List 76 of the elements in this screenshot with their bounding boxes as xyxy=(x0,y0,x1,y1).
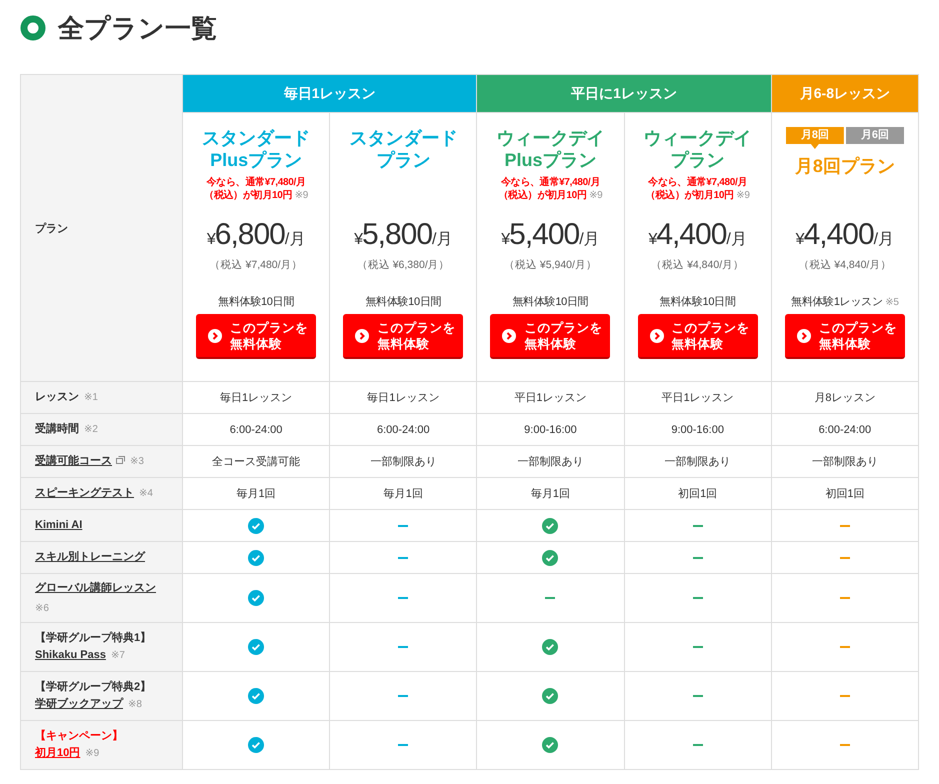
row-label: レッスン xyxy=(35,391,79,403)
promo-text: 今なら、通常¥7,480/月 （税込）が初月10円 ※9 xyxy=(498,176,602,202)
table-cell: 毎月1回 xyxy=(182,478,330,510)
table-cell: 毎日1レッスン xyxy=(182,382,330,414)
row-header: プラン xyxy=(20,74,182,382)
row-link[interactable]: 受講可能コース xyxy=(35,455,112,467)
tax-price: （税込 ¥7,480/月） xyxy=(208,258,304,272)
promo-text: 今なら、通常¥7,480/月 （税込）が初月10円 ※9 xyxy=(204,176,308,202)
table-cell: 平日1レッスン xyxy=(476,382,624,414)
table-cell: 初回1回 xyxy=(771,478,918,510)
plan-name: スタンダード プラン xyxy=(349,127,458,171)
price: ¥5,800/月 xyxy=(353,219,454,253)
plan-name: ウィークデイ Plusプラン xyxy=(496,127,604,171)
group-header: 平日に1レッスン xyxy=(476,74,772,112)
table-cell: 初回1回 xyxy=(624,478,772,510)
tab[interactable]: 月6回 xyxy=(846,127,904,144)
trial-text: 無料体験10日間 xyxy=(217,295,296,309)
table-cell: 6:00-24:00 xyxy=(182,414,330,446)
footnote-mark: ※6 xyxy=(35,602,50,616)
table-cell: 6:00-24:00 xyxy=(330,414,477,446)
trial-button[interactable]: このプランを 無料体験 xyxy=(638,314,758,359)
footnote-mark: ※8 xyxy=(128,699,142,710)
row-link[interactable]: スピーキングテスト xyxy=(35,487,134,499)
table-cell: 毎月1回 xyxy=(476,478,624,510)
footnote-mark: ※2 xyxy=(84,424,98,435)
trial-text: 無料体験10日間 xyxy=(512,295,590,309)
promo-text: 今なら、通常¥7,480/月 （税込）が初月10円 ※9 xyxy=(646,176,750,202)
trial-text: 無料体験1レッスン ※5 xyxy=(790,295,900,309)
table-cell: 月8レッスン xyxy=(771,382,918,414)
trial-text: 無料体験10日間 xyxy=(364,295,442,309)
row-label: 【学研グループ特典1】 xyxy=(35,630,152,646)
tax-price: （税込 ¥4,840/月） xyxy=(650,258,746,272)
row-link[interactable]: Kimini AI xyxy=(35,519,82,531)
trial-button[interactable]: このプランを 無料体験 xyxy=(784,314,905,359)
tab[interactable]: 月8回 xyxy=(786,127,844,149)
price: ¥6,800/月 xyxy=(206,219,306,253)
table-cell: 毎日1レッスン xyxy=(330,382,477,414)
footnote-mark: ※7 xyxy=(110,650,125,661)
group-header: 毎日1レッスン xyxy=(182,74,477,112)
row-link[interactable]: Shikaku Pass xyxy=(35,649,106,661)
table-cell: 一部制限あり xyxy=(771,446,918,478)
page-title: 全プラン一覧 xyxy=(58,12,217,44)
table-cell: 一部制限あり xyxy=(476,446,624,478)
table-cell: 6:00-24:00 xyxy=(771,414,918,446)
table-cell: 一部制限あり xyxy=(624,446,772,478)
footnote-mark: ※1 xyxy=(84,392,98,403)
row-link[interactable]: 学研ブックアップ xyxy=(35,698,123,710)
trial-button[interactable]: このプランを 無料体験 xyxy=(196,314,316,359)
price: ¥5,400/月 xyxy=(500,219,601,253)
plan-name: ウィークデイ プラン xyxy=(644,127,752,171)
price: ¥4,400/月 xyxy=(794,219,896,253)
row-link[interactable]: 初月10円 xyxy=(35,747,80,759)
footnote-mark: ※3 xyxy=(130,456,144,467)
trial-button[interactable]: このプランを 無料体験 xyxy=(490,314,610,359)
tax-price: （税込 ¥5,940/月） xyxy=(502,258,598,272)
tax-price: （税込 ¥4,840/月） xyxy=(797,258,892,272)
row-label: 受講時間 xyxy=(35,423,79,435)
table-cell: 全コース受講可能 xyxy=(182,446,330,478)
table-cell: 9:00-16:00 xyxy=(476,414,624,446)
group-header: 月6-8レッスン xyxy=(771,74,918,112)
plan-name: 月8回プラン xyxy=(794,155,895,177)
table-cell: 一部制限あり xyxy=(330,446,477,478)
row-link[interactable]: グローバル講師レッスン xyxy=(35,582,156,594)
footnote-mark: ※9 xyxy=(85,748,100,759)
table-cell: 9:00-16:00 xyxy=(624,414,772,446)
tax-price: （税込 ¥6,380/月） xyxy=(356,258,451,272)
row-label: 【学研グループ特典2】 xyxy=(35,680,152,695)
row-label: 【キャンペーン】 xyxy=(35,728,124,744)
price: ¥4,400/月 xyxy=(647,219,748,253)
ring-icon xyxy=(20,15,46,41)
plan-name: スタンダード Plusプラン xyxy=(202,127,310,171)
table-cell: 毎月1回 xyxy=(330,478,477,510)
footnote-mark: ※4 xyxy=(139,488,153,499)
trial-button[interactable]: このプランを 無料体験 xyxy=(343,314,464,359)
trial-text: 無料体験10日間 xyxy=(658,295,737,309)
table-cell: 平日1レッスン xyxy=(624,382,772,414)
